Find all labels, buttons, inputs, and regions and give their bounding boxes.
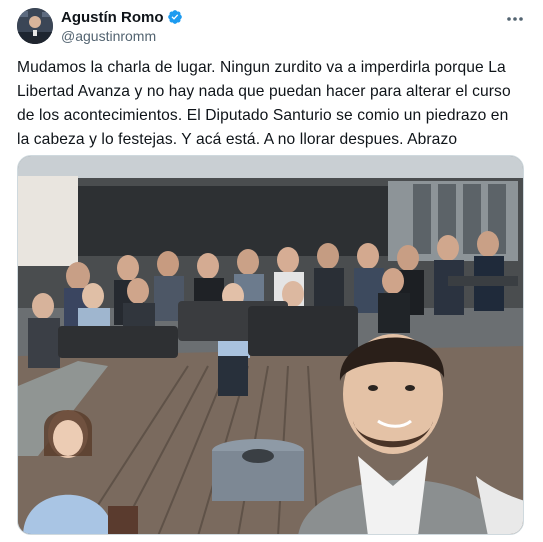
author-display-name[interactable]: Agustín Romo [61, 8, 164, 27]
tweet-card[interactable]: Agustín Romo @agustinromm Mudamos la cha… [0, 0, 543, 542]
tweet-text: Mudamos la charla de lugar. Ningun zurdi… [17, 59, 511, 148]
author-names: Agustín Romo @agustinromm [61, 8, 183, 45]
more-horizontal-icon[interactable] [503, 10, 527, 28]
tweet-header: Agustín Romo @agustinromm [17, 8, 527, 46]
tweet-photo[interactable] [17, 155, 524, 535]
verified-badge-icon [167, 10, 182, 24]
photo-crowd-selfie [18, 156, 523, 534]
author-handle[interactable]: @agustinromm [61, 27, 183, 45]
avatar[interactable] [17, 8, 53, 44]
